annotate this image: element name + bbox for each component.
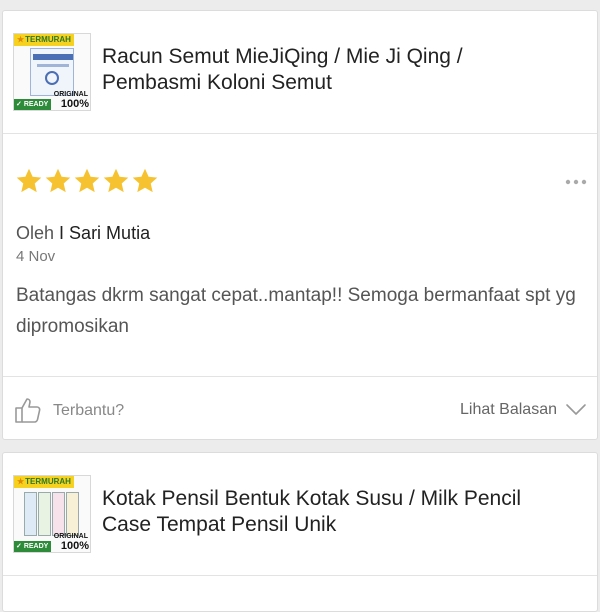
product-title[interactable]: Kotak Pensil Bentuk Kotak Susu / Milk Pe… [102,486,562,538]
chevron-down-icon [566,404,586,415]
termurah-label: TERMURAH [25,477,71,486]
ready-badge: ✓ READY [14,541,52,552]
ant-poison-box-image [30,48,74,96]
termurah-badge: ★TERMURAH [14,476,74,488]
byline-prefix: Oleh [16,223,55,243]
percent-label: 100% [60,98,89,110]
review-text: Batangas dkrm sangat cepat..mantap!! Sem… [16,285,576,337]
star-icon [103,168,129,193]
termurah-badge: ★TERMURAH [14,34,74,46]
milk-box-image [24,492,37,536]
ready-badge: ✓ READY [14,99,52,110]
thumbs-up-icon [15,398,41,423]
review-action-bar: Terbantu? Lihat Balasan [3,376,597,442]
product-thumbnail[interactable]: ★TERMURAH ✓ READY ORIGINAL 100% [13,475,91,553]
reviewer-byline: Oleh I Sari Mutia [16,223,150,244]
ready-label: READY [23,101,49,108]
reviewer-name[interactable]: I Sari Mutia [59,223,150,243]
milk-box-image [66,492,79,536]
review-card: ★TERMURAH ✓ READY ORIGINAL 100% Racun Se… [2,10,598,440]
product-row[interactable]: ★TERMURAH ✓ READY ORIGINAL 100% Kotak Pe… [3,453,597,576]
star-icon [16,168,42,193]
percent-label: 100% [60,540,89,552]
star-icon [45,168,71,193]
helpful-label: Terbantu? [53,402,125,419]
star-rating [15,167,160,199]
milk-box-image [38,492,51,536]
termurah-label: TERMURAH [25,35,71,44]
review-date: 4 Nov [16,248,56,265]
view-replies-label: Lihat Balasan [460,401,557,418]
milk-box-image [52,492,65,536]
review-card: ★TERMURAH ✓ READY ORIGINAL 100% Kotak Pe… [2,452,598,612]
product-thumbnail[interactable]: ★TERMURAH ✓ READY ORIGINAL 100% [13,33,91,111]
product-row[interactable]: ★TERMURAH ✓ READY ORIGINAL 100% Racun Se… [3,11,597,134]
more-options-icon[interactable] [564,177,588,187]
product-title[interactable]: Racun Semut MieJiQing / Mie Ji Qing / Pe… [102,44,562,96]
ready-label: READY [23,543,49,550]
star-icon [132,168,158,193]
star-icon [74,168,100,193]
